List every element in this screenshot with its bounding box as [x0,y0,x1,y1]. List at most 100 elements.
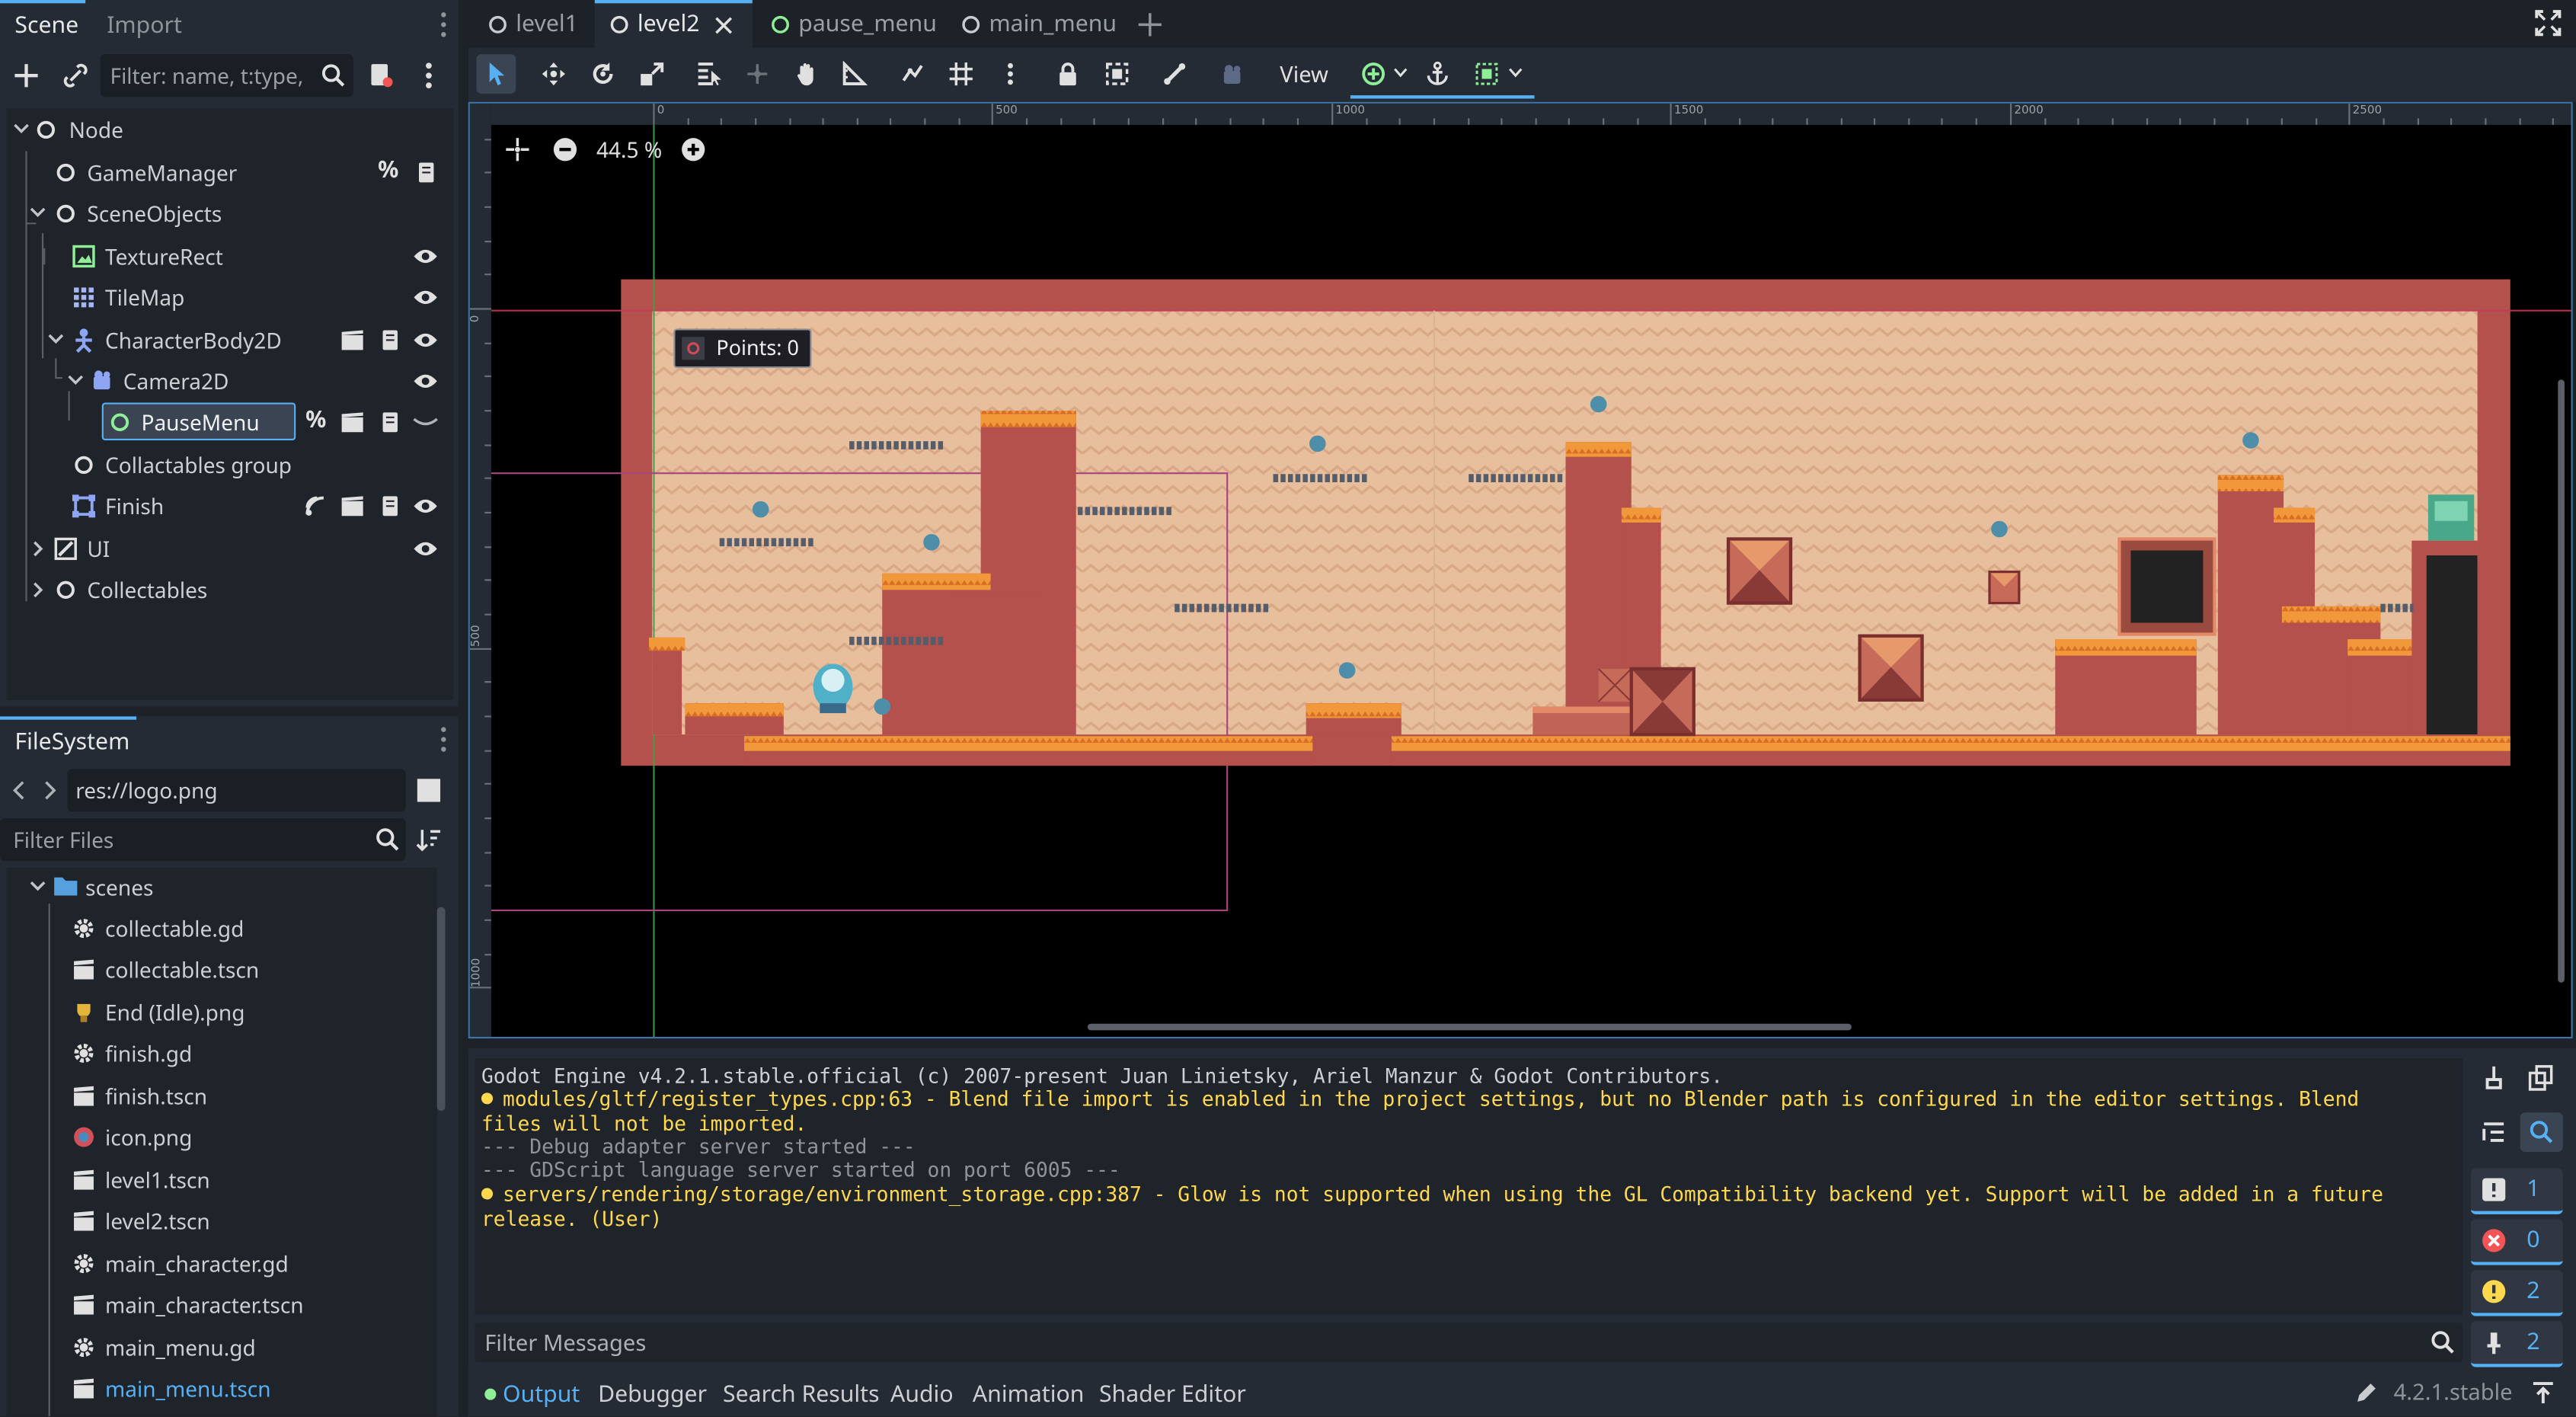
link-icon[interactable] [59,59,92,92]
instanced-scene-icon[interactable] [340,411,366,433]
forward-arrow-icon[interactable] [41,779,58,808]
file-item[interactable]: finish.tscn [72,1076,437,1116]
list-select-button[interactable] [689,54,728,94]
path-field[interactable]: res://logo.png [67,769,406,812]
file-item[interactable]: main_character.tscn [72,1285,437,1325]
visibility-eye-icon[interactable] [412,371,439,391]
unique-name-icon[interactable]: % [305,401,326,440]
visibility-eye-icon[interactable] [412,287,439,307]
copy-icon[interactable] [2528,1065,2555,1092]
visibility-eye-icon[interactable] [412,331,439,350]
filter-files-input[interactable]: Filter Files [0,818,406,862]
file-item[interactable]: main_character.gd [72,1244,437,1284]
tab-scene[interactable]: Scene [0,0,86,48]
view-menu[interactable]: View [1268,54,1338,94]
tab-filesystem[interactable]: FileSystem [0,716,137,762]
collapse-duplicates-icon[interactable] [2481,1119,2507,1146]
tree-item-gamemanager[interactable]: GameManager % [7,153,454,193]
add-tab-icon[interactable] [1137,11,1164,44]
file-item[interactable]: icon.png [72,1118,437,1157]
tab-level2[interactable]: level2 [594,0,753,48]
zoom-level[interactable]: 44.5 % [596,135,662,165]
tab-import[interactable]: Import [92,0,207,48]
tree-item-collactables-group[interactable]: Collactables group [7,446,454,485]
dock-menu-icon[interactable] [436,10,452,40]
update-spinner-icon[interactable] [2354,1382,2377,1405]
camera-override-button[interactable] [1213,54,1252,94]
viewport-h-scrollbar[interactable] [1087,1023,1852,1031]
viewport-v-scrollbar[interactable] [2558,379,2565,983]
zoom-out-icon[interactable] [552,136,579,163]
filter-editor-button[interactable]: 2 [2470,1321,2563,1367]
ruler-mode-button[interactable] [835,54,874,94]
tree-item-ui[interactable]: UI [7,529,454,569]
pan-mode-button[interactable] [787,54,826,94]
toggle-search-button[interactable] [2520,1112,2563,1152]
group-button[interactable] [1098,54,1137,94]
script-icon[interactable] [379,494,402,517]
script-icon[interactable] [379,411,402,433]
toggle-split-mode-icon[interactable] [416,777,443,810]
anchor-button[interactable] [1417,54,1457,94]
dock-menu-icon[interactable] [436,724,452,760]
file-item[interactable]: finish.gd [72,1034,437,1073]
chevron-down-icon[interactable] [1393,67,1408,78]
move-mode-button[interactable] [534,54,574,94]
sort-icon[interactable] [416,827,443,859]
file-tree-scrollbar[interactable] [436,907,446,1112]
folder-scenes[interactable]: scenes [7,868,437,907]
unique-name-icon[interactable]: % [378,151,398,190]
visibility-eye-icon[interactable] [412,247,439,267]
file-item[interactable]: collectable.gd [72,909,437,948]
close-icon[interactable] [714,17,733,35]
visibility-eye-icon[interactable] [412,539,439,558]
tab-pause-menu[interactable]: pause_menu [759,0,939,48]
file-item-selected[interactable]: main_menu.tscn [72,1369,437,1409]
add-node-icon[interactable] [10,59,43,92]
tree-item-camera2d[interactable]: Camera2D [7,362,454,401]
script-filter-icon[interactable] [368,61,395,97]
select-mode-button[interactable] [476,54,516,94]
file-item[interactable]: collectable.tscn [72,950,437,990]
snap-options-button[interactable] [991,54,1031,94]
tree-item-characterbody2d[interactable]: CharacterBody2D [7,321,454,360]
layout-button[interactable] [1467,54,1507,94]
smart-snap-button[interactable] [893,54,933,94]
script-icon[interactable] [416,161,439,184]
pivot-mode-button[interactable] [737,54,777,94]
file-item[interactable]: level1.tscn [72,1160,437,1200]
tab-level1[interactable]: level1 [476,0,584,48]
tab-main-menu[interactable]: main_menu [950,0,1124,48]
file-item[interactable]: End (Idle).png [72,993,437,1032]
tree-item-pausemenu[interactable]: PauseMenu % [7,402,454,442]
tree-item-sceneobjects[interactable]: SceneObjects [7,194,454,234]
tree-item-collectables[interactable]: Collectables [7,570,454,609]
more-options-icon[interactable] [420,59,437,99]
chevron-down-icon[interactable] [1508,67,1523,78]
hidden-eye-icon[interactable] [412,414,439,431]
filter-warnings-button[interactable]: 2 [2470,1270,2563,1316]
instanced-scene-icon[interactable] [340,494,366,517]
instanced-scene-icon[interactable] [340,328,366,351]
tree-item-texturerect[interactable]: TextureRect [7,237,454,277]
lock-button[interactable] [1048,54,1088,94]
back-arrow-icon[interactable] [11,779,28,808]
distraction-free-icon[interactable] [2535,10,2562,43]
script-icon[interactable] [379,328,402,351]
expand-panel-icon[interactable] [2530,1380,2557,1407]
filter-messages-button[interactable]: 1 [2470,1168,2563,1214]
clear-log-icon[interactable] [2481,1065,2507,1092]
rotate-mode-button[interactable] [583,54,623,94]
tree-item-tilemap[interactable]: TileMap [7,278,454,318]
zoom-in-icon[interactable] [680,136,707,163]
signal-icon[interactable] [304,494,327,517]
filter-messages-input[interactable]: Filter Messages [475,1323,2463,1363]
visibility-eye-icon[interactable] [412,496,439,516]
filter-errors-button[interactable]: 0 [2470,1219,2563,1265]
add-tile-button[interactable] [1354,54,1393,94]
tree-item-node[interactable]: Node [7,110,454,150]
center-view-icon[interactable] [504,136,531,163]
file-item[interactable]: level2.tscn [72,1201,437,1241]
scale-mode-button[interactable] [632,54,672,94]
file-item[interactable]: main_menu.gd [72,1328,437,1367]
